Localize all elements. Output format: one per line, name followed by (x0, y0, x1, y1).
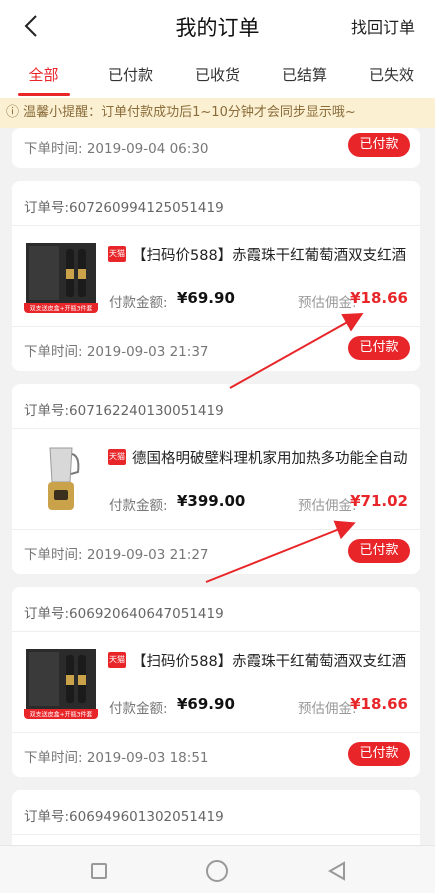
status-button[interactable]: 已付款 (348, 742, 410, 766)
commission-label: 预估佣金: (298, 701, 357, 717)
commission-amount: ¥18.66 (350, 695, 408, 713)
order-time: 下单时间: 2019-09-04 06:30 (24, 141, 209, 157)
product-image[interactable]: 双支送皮盒+开瓶3件套 (24, 645, 98, 719)
image-caption: 双支送皮盒+开瓶3件套 (30, 305, 93, 313)
order-number: 订单号:607162240130051419 (24, 403, 224, 419)
product-image[interactable]: 双支送皮盒+开瓶3件套 (24, 239, 98, 313)
order-time: 下单时间: 2019-09-03 21:37 (24, 344, 209, 360)
divider (12, 529, 420, 530)
order-tabs: 全部 已付款 已收货 已结算 已失效 (0, 52, 435, 98)
tmall-badge: 天猫 (108, 246, 126, 262)
nav-back-icon[interactable] (326, 860, 348, 882)
order-card: 订单号:607260994125051419 双支送皮盒+开瓶3件套 天猫 【扫… (12, 181, 420, 371)
pay-amount: ¥69.90 (177, 695, 235, 713)
pay-amount: ¥69.90 (177, 289, 235, 307)
commission-amount: ¥18.66 (350, 289, 408, 307)
status-button[interactable]: 已付款 (348, 539, 410, 563)
order-card: 下单时间: 2019-09-04 06:30 已付款 (12, 128, 420, 168)
product-title[interactable]: 【扫码价588】赤霞珠干红葡萄酒双支红酒 (132, 244, 414, 265)
pay-label: 付款金额: (109, 295, 168, 311)
divider (12, 732, 420, 733)
divider (12, 225, 420, 226)
order-list[interactable]: 下单时间: 2019-09-04 06:30 已付款 订单号:607260994… (0, 128, 435, 845)
order-card: 订单号:606920640647051419 双支送皮盒+开瓶3件套 天猫 【扫… (12, 587, 420, 777)
tab-paid[interactable]: 已付款 (87, 52, 174, 98)
pay-label: 付款金额: (109, 701, 168, 717)
status-button[interactable]: 已付款 (348, 133, 410, 157)
image-caption: 双支送皮盒+开瓶3件套 (30, 711, 93, 719)
divider (12, 834, 420, 835)
pay-amount: ¥399.00 (177, 492, 246, 510)
commission-label: 预估佣金: (298, 498, 357, 514)
find-order-button[interactable]: 找回订单 (351, 14, 415, 38)
divider (12, 326, 420, 327)
tab-all[interactable]: 全部 (0, 52, 87, 98)
system-nav-bar (0, 845, 435, 893)
tab-invalid[interactable]: 已失效 (348, 52, 435, 98)
order-number: 订单号:606920640647051419 (24, 606, 224, 622)
tab-settled[interactable]: 已结算 (261, 52, 348, 98)
divider (12, 428, 420, 429)
order-time: 下单时间: 2019-09-03 18:51 (24, 750, 209, 766)
tmall-badge: 天猫 (108, 449, 126, 465)
tmall-badge: 天猫 (108, 652, 126, 668)
product-image[interactable] (24, 442, 98, 516)
pay-label: 付款金额: (109, 498, 168, 514)
divider (12, 631, 420, 632)
nav-home-icon[interactable] (206, 860, 228, 882)
commission-label: 预估佣金: (298, 295, 357, 311)
product-title[interactable]: 德国格明破壁料理机家用加热多功能全自动 (132, 447, 414, 468)
status-button[interactable]: 已付款 (348, 336, 410, 360)
order-number: 订单号:607260994125051419 (24, 200, 224, 216)
product-title[interactable]: 【扫码价588】赤霞珠干红葡萄酒双支红酒 (132, 650, 414, 671)
order-time: 下单时间: 2019-09-03 21:27 (24, 547, 209, 563)
order-card: 订单号:607162240130051419 天猫 德国格明破壁料理机家用加热多… (12, 384, 420, 574)
tab-received[interactable]: 已收货 (174, 52, 261, 98)
notice-banner: ⓘ 温馨小提醒：订单付款成功后1~10分钟才会同步显示哦~ (0, 98, 435, 128)
order-number: 订单号:606949601302051419 (24, 809, 224, 825)
top-bar: 我的订单 找回订单 (0, 0, 435, 52)
order-card: 订单号:606949601302051419 (12, 790, 420, 845)
commission-amount: ¥71.02 (350, 492, 408, 510)
nav-square-icon[interactable] (91, 863, 107, 879)
